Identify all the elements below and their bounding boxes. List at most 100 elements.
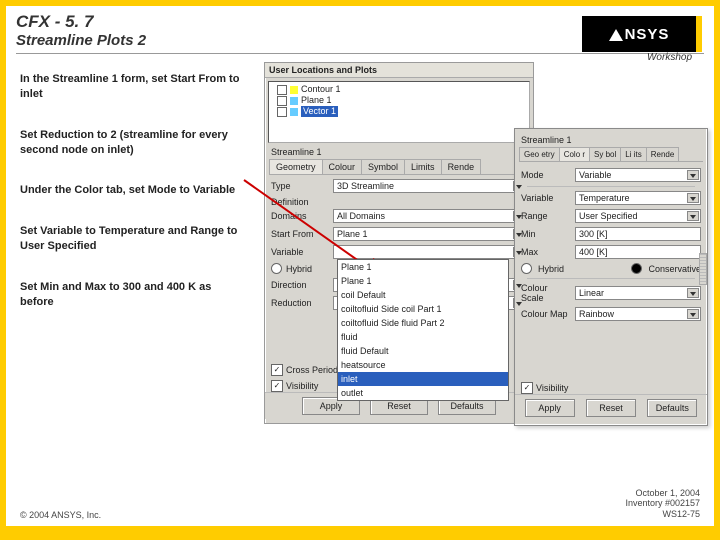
startfrom-dropdown-list[interactable]: Plane 1 Plane 1 coil Default coiltofluid… [337,259,509,401]
tree-item-label: Vector 1 [301,106,338,117]
dropdown-option[interactable]: fluid [338,330,508,344]
mode-combo[interactable]: Variable [575,168,701,182]
tab-bar: Geo etry Colo r Sy bol Li its Rende [519,147,703,162]
dropdown-option[interactable]: coiltofluid Side fluid Part 2 [338,316,508,330]
ansys-logo: NSYS [582,16,702,52]
tab-limits[interactable]: Limits [404,159,442,174]
range-label: Range [521,211,571,221]
copyright-text: © 2004 ANSYS, Inc. [20,510,101,520]
tab-symbol[interactable]: Symbol [361,159,405,174]
instruction-list: In the Streamline 1 form, set Start From… [20,72,240,336]
tree-item-label: Plane 1 [301,95,332,106]
max-input[interactable]: 400 [K] [575,245,701,259]
form-area: Mode Variable Variable Temperature Range… [521,168,701,321]
hybrid-radio[interactable] [271,263,282,274]
tree-item[interactable]: Contour 1 [271,84,527,95]
tab-render[interactable]: Rende [441,159,482,174]
divider [527,278,695,279]
dropdown-option[interactable]: Plane 1 [338,260,508,274]
colourscale-label: Colour Scale [521,283,571,303]
colourmap-combo[interactable]: Rainbow [575,307,701,321]
instruction-item: Under the Color tab, set Mode to Variabl… [20,183,240,198]
instruction-item: In the Streamline 1 form, set Start From… [20,72,240,102]
swatch-icon [290,86,298,94]
type-label: Type [271,181,329,191]
type-combo[interactable]: 3D Streamline [333,179,527,193]
conservative-label: Conservative [648,264,701,274]
visibility-label: Visibility [536,383,568,393]
checkbox-icon[interactable] [277,85,287,95]
variable-combo[interactable]: Temperature [575,191,701,205]
hybrid-label: Hybrid [538,264,564,274]
min-input[interactable]: 300 [K] [575,227,701,241]
instruction-item: Set Min and Max to 300 and 400 K as befo… [20,280,240,310]
object-tree[interactable]: Contour 1 Plane 1 Vector 1 [268,81,530,143]
tab-colour[interactable]: Colo r [559,147,590,161]
variable-label: Variable [521,193,571,203]
visibility-label: Visibility [286,381,318,391]
slide: CFX - 5. 7 Streamline Plots 2 NSYS Works… [6,6,714,526]
defaults-button[interactable]: Defaults [647,399,697,417]
footer-date: October 1, 2004 [625,488,700,499]
footer-page: WS12-75 [625,509,700,520]
swatch-icon [290,108,298,116]
tab-geometry[interactable]: Geometry [269,159,323,174]
dialog-title: Streamline 1 [271,147,527,157]
slide-body: In the Streamline 1 form, set Start From… [6,54,714,74]
instruction-item: Set Variable to Temperature and Range to… [20,224,240,254]
checkbox-icon[interactable] [277,96,287,106]
direction-label: Direction [271,280,329,290]
dialog-title: Streamline 1 [521,135,701,145]
colourscale-combo[interactable]: Linear [575,286,701,300]
visibility-checkbox[interactable]: ✓ [521,382,533,394]
colourmap-label: Colour Map [521,309,571,319]
startfrom-combo[interactable]: Plane 1 [333,227,527,241]
dropdown-option[interactable]: Plane 1 [338,274,508,288]
conservative-radio[interactable] [631,263,642,274]
tab-geometry[interactable]: Geo etry [519,147,560,161]
tab-colour[interactable]: Colour [322,159,363,174]
logo-a-icon [609,29,623,41]
tab-render[interactable]: Rende [646,147,680,161]
crossperiodics-checkbox[interactable]: ✓ [271,364,283,376]
definition-label: Definition [271,197,527,207]
button-row: Apply Reset Defaults [515,394,707,421]
domains-label: Domains [271,211,329,221]
checkbox-icon[interactable] [277,107,287,117]
dropdown-option[interactable]: heatsource [338,358,508,372]
tab-bar: Geometry Colour Symbol Limits Rende [269,159,529,175]
resize-grip-icon[interactable] [699,253,707,285]
tab-symbol[interactable]: Sy bol [589,147,621,161]
logo-text: NSYS [625,26,670,43]
footer-right: October 1, 2004 Inventory #002157 WS12-7… [625,488,700,520]
tree-item[interactable]: Plane 1 [271,95,527,106]
max-label: Max [521,247,571,257]
min-label: Min [521,229,571,239]
apply-button[interactable]: Apply [525,399,575,417]
variable-combo[interactable] [333,245,527,259]
dropdown-option[interactable]: coil Default [338,288,508,302]
streamline-dialog-geometry: User Locations and Plots Contour 1 Plane… [264,62,534,424]
tree-item[interactable]: Vector 1 [271,106,527,117]
startfrom-label: Start From [271,229,329,239]
domains-combo[interactable]: All Domains [333,209,527,223]
tab-limits[interactable]: Li its [620,147,646,161]
hybrid-radio[interactable] [521,263,532,274]
dropdown-option[interactable]: fluid Default [338,344,508,358]
dropdown-option[interactable]: coiltofluid Side coil Part 1 [338,302,508,316]
footer-inventory: Inventory #002157 [625,498,700,509]
visibility-checkbox[interactable]: ✓ [271,380,283,392]
dropdown-option[interactable]: outlet [338,386,508,400]
hybrid-label: Hybrid [286,264,312,274]
dropdown-option-selected[interactable]: inlet [338,372,508,386]
slide-footer: © 2004 ANSYS, Inc. October 1, 2004 Inven… [20,488,700,520]
divider [527,186,695,187]
reset-button[interactable]: Reset [586,399,636,417]
variable-label: Variable [271,247,329,257]
mode-label: Mode [521,170,571,180]
tree-header: User Locations and Plots [265,63,533,78]
range-combo[interactable]: User Specified [575,209,701,223]
tree-item-label: Contour 1 [301,84,341,95]
swatch-icon [290,97,298,105]
streamline-dialog-colour: Streamline 1 Geo etry Colo r Sy bol Li i… [514,128,708,426]
